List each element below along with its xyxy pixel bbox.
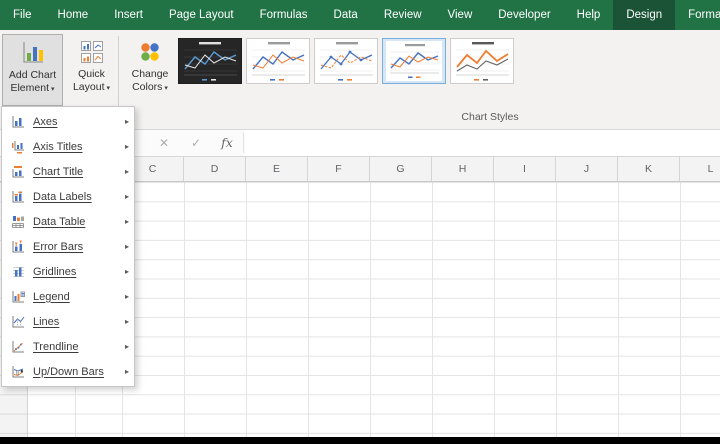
chart-styles-gallery <box>178 38 518 86</box>
chart-style-2-preview <box>252 42 305 81</box>
add-chart-element-label-1: Add Chart <box>8 69 57 81</box>
error-bars-icon <box>9 240 26 254</box>
submenu-arrow-icon: ▸ <box>124 317 129 326</box>
quick-layout-icon <box>80 41 103 63</box>
menu-item-chart-title[interactable]: Chart Title ▸ <box>2 159 134 184</box>
tab-page-layout[interactable]: Page Layout <box>156 0 247 30</box>
column-header-e[interactable]: E <box>246 157 308 181</box>
formula-bar-divider <box>243 133 244 153</box>
menu-item-data-table[interactable]: Data Table ▸ <box>2 209 134 234</box>
gridlines-icon <box>9 265 26 279</box>
add-chart-element-label-2: Element ▾ <box>10 82 55 94</box>
axes-icon <box>9 115 26 129</box>
data-labels-icon <box>9 190 26 204</box>
submenu-arrow-icon: ▸ <box>124 142 129 151</box>
tab-view[interactable]: View <box>435 0 486 30</box>
enter-icon[interactable]: ✓ <box>184 130 208 156</box>
up-down-bars-icon <box>9 365 26 379</box>
dropdown-caret-icon: ▾ <box>51 86 55 93</box>
chart-style-2[interactable] <box>246 38 310 84</box>
quick-layout-button[interactable]: Quick Layout ▾ <box>66 34 117 106</box>
quick-layout-label-1: Quick <box>78 68 105 80</box>
change-colors-label-2: Colors ▾ <box>132 81 168 93</box>
chart-style-4-selected[interactable] <box>382 38 446 84</box>
chart-style-4-preview <box>386 41 442 81</box>
add-chart-element-button[interactable]: Add Chart Element ▾ <box>2 34 63 106</box>
tab-developer[interactable]: Developer <box>485 0 563 30</box>
legend-icon <box>9 290 26 304</box>
menu-item-axis-titles[interactable]: Axis Titles ▸ <box>2 134 134 159</box>
dropdown-caret-icon: ▾ <box>106 85 111 92</box>
submenu-arrow-icon: ▸ <box>124 267 129 276</box>
lines-icon <box>9 315 26 329</box>
ribbon-tab-bar: File Home Insert Page Layout Formulas Da… <box>0 0 720 30</box>
chart-style-3[interactable] <box>314 38 378 84</box>
submenu-arrow-icon: ▸ <box>124 217 129 226</box>
menu-item-trendline[interactable]: Trendline ▸ <box>2 334 134 359</box>
tab-format[interactable]: Format <box>675 0 720 30</box>
data-table-icon <box>9 215 26 229</box>
chart-title-icon <box>9 165 26 179</box>
tab-file[interactable]: File <box>0 0 45 30</box>
dropdown-caret-icon: ▾ <box>164 85 168 92</box>
cancel-icon[interactable]: ✕ <box>152 130 176 156</box>
tab-review[interactable]: Review <box>371 0 435 30</box>
submenu-arrow-icon: ▸ <box>124 117 129 126</box>
menu-item-axes[interactable]: Axes ▸ <box>2 109 134 134</box>
excel-window: File Home Insert Page Layout Formulas Da… <box>0 0 720 444</box>
insert-function-icon[interactable]: fx <box>215 130 239 156</box>
quick-layout-label-2: Layout ▾ <box>72 81 111 93</box>
grid-column-lines <box>122 182 720 437</box>
tab-design[interactable]: Design <box>613 0 676 30</box>
tab-formulas[interactable]: Formulas <box>247 0 321 30</box>
column-header-l[interactable]: L <box>680 157 720 181</box>
submenu-arrow-icon: ▸ <box>124 342 129 351</box>
tab-insert[interactable]: Insert <box>101 0 156 30</box>
submenu-arrow-icon: ▸ <box>124 242 129 251</box>
chart-style-3-preview <box>320 42 373 81</box>
tab-home[interactable]: Home <box>45 0 102 30</box>
column-header-d[interactable]: D <box>184 157 246 181</box>
tab-data[interactable]: Data <box>321 0 371 30</box>
submenu-arrow-icon: ▸ <box>124 167 129 176</box>
submenu-arrow-icon: ▸ <box>124 192 129 201</box>
column-header-f[interactable]: F <box>308 157 370 181</box>
chart-style-1[interactable] <box>178 38 242 84</box>
chart-styles-group-label: Chart Styles <box>461 111 519 123</box>
tab-help[interactable]: Help <box>564 0 614 30</box>
window-bottom-edge <box>0 437 720 444</box>
chart-style-5-preview <box>456 42 509 81</box>
submenu-arrow-icon: ▸ <box>124 292 129 301</box>
axis-titles-icon <box>9 140 26 154</box>
menu-item-error-bars[interactable]: Error Bars ▸ <box>2 234 134 259</box>
add-chart-element-menu: Axes ▸ Axis Titles ▸ Chart Title ▸ Data … <box>1 106 135 387</box>
formula-input[interactable] <box>245 130 720 156</box>
menu-item-lines[interactable]: Lines ▸ <box>2 309 134 334</box>
change-colors-label-1: Change <box>131 68 169 80</box>
chart-style-5[interactable] <box>450 38 514 84</box>
menu-item-gridlines[interactable]: Gridlines ▸ <box>2 259 134 284</box>
menu-item-up-down-bars[interactable]: Up/Down Bars ▸ <box>2 359 134 384</box>
change-colors-icon <box>141 43 159 61</box>
submenu-arrow-icon: ▸ <box>124 367 129 376</box>
menu-item-legend[interactable]: Legend ▸ <box>2 284 134 309</box>
column-header-j[interactable]: J <box>556 157 618 181</box>
menu-item-data-labels[interactable]: Data Labels ▸ <box>2 184 134 209</box>
column-header-k[interactable]: K <box>618 157 680 181</box>
add-chart-element-icon <box>22 42 43 63</box>
column-header-h[interactable]: H <box>432 157 494 181</box>
column-header-g[interactable]: G <box>370 157 432 181</box>
chart-style-1-preview <box>179 39 241 83</box>
change-colors-button[interactable]: Change Colors ▾ <box>122 34 178 106</box>
column-header-i[interactable]: I <box>494 157 556 181</box>
trendline-icon <box>9 340 26 354</box>
